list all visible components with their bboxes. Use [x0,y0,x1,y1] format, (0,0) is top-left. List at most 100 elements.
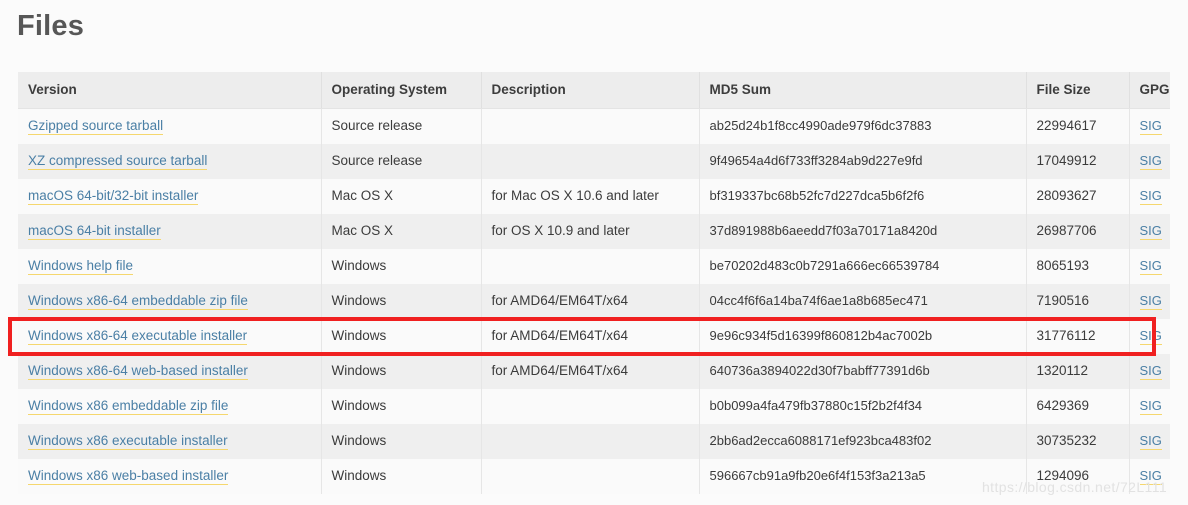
file-download-link[interactable]: Windows x86 executable installer [28,433,228,450]
cell-md5-sum: 9e96c934f5d16399f860812b4ac7002b [699,319,1027,354]
files-table-container: Version Operating System Description MD5… [18,72,1170,494]
cell-md5-sum: be70202d483c0b7291a666ec66539784 [699,249,1027,284]
cell-operating-system: Mac OS X [321,214,482,249]
cell-version: Windows x86 executable installer [18,424,322,459]
table-row: XZ compressed source tarball Source relea… [18,144,1170,179]
cell-gpg: SIG [1129,354,1170,389]
gpg-sig-link[interactable]: SIG [1139,188,1162,205]
cell-gpg: SIG [1129,284,1170,319]
table-row: Gzipped source tarball Source release ab25… [18,108,1170,144]
cell-md5-sum: 9f49654a4d6f733ff3284ab9d227e9fd [699,144,1027,179]
files-table: Version Operating System Description MD5… [18,72,1170,494]
column-header-file-size: File Size [1026,72,1130,109]
file-download-link[interactable]: XZ compressed source tarball [28,153,208,170]
cell-description: for AMD64/EM64T/x64 [481,319,700,354]
gpg-sig-link[interactable]: SIG [1139,153,1162,170]
cell-file-size: 7190516 [1026,284,1130,319]
file-download-link[interactable]: macOS 64-bit/32-bit installer [28,188,199,205]
gpg-sig-link[interactable]: SIG [1139,258,1162,275]
cell-file-size: 6429369 [1026,389,1130,424]
cell-operating-system: Windows [321,424,482,459]
cell-operating-system: Windows [321,249,482,284]
cell-md5-sum: 640736a3894022d30f7babff77391d6b [699,354,1027,389]
cell-file-size: 1320112 [1026,354,1130,389]
table-row: Windows x86 embeddable zip file Windows b0… [18,389,1170,424]
gpg-sig-link[interactable]: SIG [1139,223,1162,240]
cell-file-size: 26987706 [1026,214,1130,249]
cell-description: for Mac OS X 10.6 and later [481,179,700,214]
gpg-sig-link[interactable]: SIG [1139,118,1162,135]
cell-version: macOS 64-bit/32-bit installer [18,179,322,214]
cell-file-size: 31776112 [1026,319,1130,354]
cell-description [481,249,700,284]
watermark: https://blog.csdn.net/72L111 [982,479,1168,495]
cell-md5-sum: 596667cb91a9fb20e6f4f153f3a213a5 [699,459,1027,494]
column-header-operating-system: Operating System [321,72,482,109]
cell-version: XZ compressed source tarball [18,144,322,179]
cell-description: for OS X 10.9 and later [481,214,700,249]
cell-version: Gzipped source tarball [18,108,322,144]
cell-operating-system: Source release [321,144,482,179]
table-row: Windows help file Windows be70202d483c0b72… [18,249,1170,284]
cell-version: Windows help file [18,249,322,284]
file-download-link[interactable]: Windows x86-64 web-based installer [28,363,248,380]
cell-md5-sum: bf319337bc68b52fc7d227dca5b6f2f6 [699,179,1027,214]
cell-version: Windows x86 embeddable zip file [18,389,322,424]
file-download-link[interactable]: Gzipped source tarball [28,118,164,135]
table-row: macOS 64-bit/32-bit installer Mac OS Xfor… [18,179,1170,214]
cell-description [481,144,700,179]
cell-file-size: 22994617 [1026,108,1130,144]
cell-file-size: 30735232 [1026,424,1130,459]
table-row: macOS 64-bit installer Mac OS Xfor OS X 1… [18,214,1170,249]
cell-description [481,108,700,144]
table-header: Version Operating System Description MD5… [18,72,1170,109]
file-download-link[interactable]: Windows x86 embeddable zip file [28,398,229,415]
gpg-sig-link[interactable]: SIG [1139,398,1162,415]
cell-md5-sum: 2bb6ad2ecca6088171ef923bca483f02 [699,424,1027,459]
gpg-sig-link[interactable]: SIG [1139,363,1162,380]
cell-gpg: SIG [1129,249,1170,284]
cell-gpg: SIG [1129,144,1170,179]
file-download-link[interactable]: Windows x86 web-based installer [28,468,229,485]
gpg-sig-link[interactable]: SIG [1139,433,1162,450]
cell-version: Windows x86-64 web-based installer [18,354,322,389]
file-download-link[interactable]: macOS 64-bit installer [28,223,161,240]
cell-operating-system: Windows [321,389,482,424]
table-row: Windows x86-64 embeddable zip file Window… [18,284,1170,319]
cell-md5-sum: 04cc4f6f6a14ba74f6ae1a8b685ec471 [699,284,1027,319]
cell-version: Windows x86-64 embeddable zip file [18,284,322,319]
cell-md5-sum: 37d891988b6aeedd7f03a70171a8420d [699,214,1027,249]
table-row: Windows x86-64 executable installer Windo… [18,319,1170,354]
column-header-description: Description [481,72,700,109]
cell-version: Windows x86-64 executable installer [18,319,322,354]
cell-gpg: SIG [1129,179,1170,214]
file-download-link[interactable]: Windows help file [28,258,134,275]
cell-version: macOS 64-bit installer [18,214,322,249]
table-row: Windows x86-64 web-based installer Window… [18,354,1170,389]
cell-description: for AMD64/EM64T/x64 [481,284,700,319]
page-title: Files [17,10,85,42]
cell-gpg: SIG [1129,108,1170,144]
cell-file-size: 17049912 [1026,144,1130,179]
cell-gpg: SIG [1129,424,1170,459]
cell-gpg: SIG [1129,389,1170,424]
cell-gpg: SIG [1129,319,1170,354]
cell-md5-sum: b0b099a4fa479fb37880c15f2b2f4f34 [699,389,1027,424]
table-body: Gzipped source tarball Source release ab25… [18,108,1170,494]
gpg-sig-link[interactable]: SIG [1139,328,1162,345]
cell-file-size: 8065193 [1026,249,1130,284]
cell-operating-system: Source release [321,108,482,144]
table-header-row: Version Operating System Description MD5… [18,72,1170,109]
cell-version: Windows x86 web-based installer [18,459,322,494]
cell-operating-system: Windows [321,284,482,319]
column-header-md5-sum: MD5 Sum [699,72,1027,109]
file-download-link[interactable]: Windows x86-64 executable installer [28,328,248,345]
file-download-link[interactable]: Windows x86-64 embeddable zip file [28,293,248,310]
cell-description [481,424,700,459]
cell-operating-system: Mac OS X [321,179,482,214]
gpg-sig-link[interactable]: SIG [1139,293,1162,310]
cell-operating-system: Windows [321,319,482,354]
cell-operating-system: Windows [321,459,482,494]
cell-gpg: SIG [1129,214,1170,249]
cell-description [481,389,700,424]
